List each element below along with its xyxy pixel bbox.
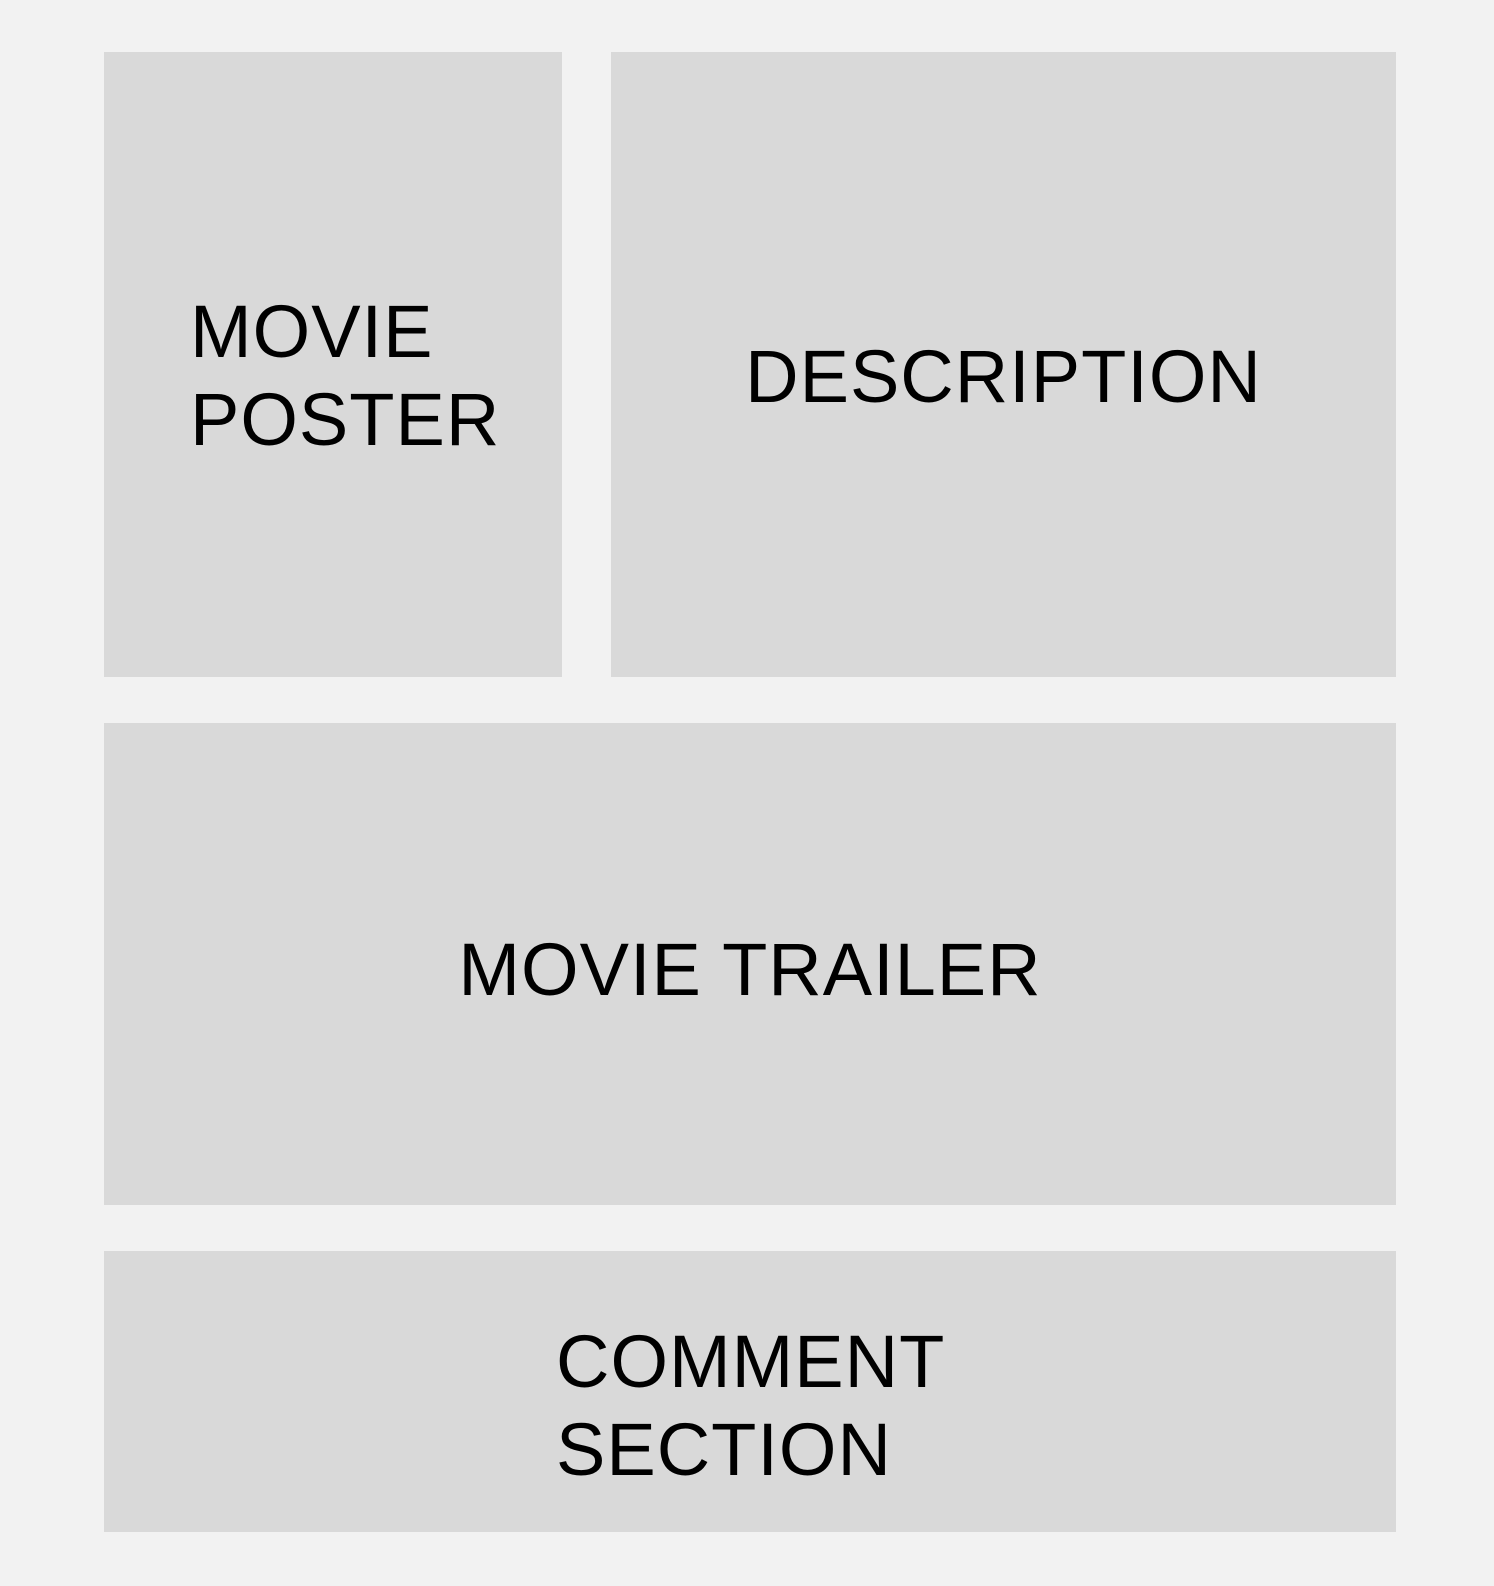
- comment-section-label-line1: COMMENT: [556, 1320, 946, 1403]
- movie-poster-label-line2: POSTER: [190, 378, 501, 461]
- description-placeholder: DESCRIPTION: [611, 52, 1396, 677]
- movie-trailer-placeholder: MOVIE TRAILER: [104, 723, 1396, 1205]
- comment-section-label: COMMENT SECTION: [556, 1318, 945, 1494]
- comment-section-label-line2: SECTION: [556, 1408, 892, 1491]
- movie-poster-label-line1: MOVIE: [190, 290, 434, 373]
- movie-poster-placeholder: MOVIE POSTER: [104, 52, 562, 677]
- movie-trailer-label: MOVIE TRAILER: [458, 928, 1042, 1011]
- description-label: DESCRIPTION: [745, 335, 1262, 418]
- comment-section-placeholder: COMMENT SECTION: [104, 1251, 1396, 1532]
- movie-poster-label: MOVIE POSTER: [190, 288, 500, 464]
